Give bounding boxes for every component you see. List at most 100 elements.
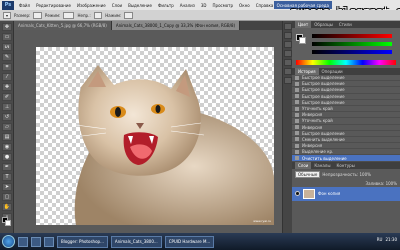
move-tool-icon[interactable]: ✥ [2,23,12,31]
taskbar: Blogger: Photoshop... Animals_Cats_3800.… [0,233,400,250]
history-step-icon [295,81,299,86]
brush-tool-icon[interactable]: ✐ [2,93,12,101]
blend-mode-select[interactable]: Обычные [295,170,321,178]
healing-brush-tool-icon[interactable]: ✚ [2,83,12,91]
tab-document-1[interactable]: Animals_Cats_Kitten_5.jpg @ 66,7% (RGB/8… [14,21,112,30]
history-panel-tabs: История Операции [292,68,400,75]
option-label-size: Размер: [14,12,31,18]
navigator-panel-icon[interactable] [284,23,292,30]
photoshop-logo-icon[interactable]: Ps [2,0,14,10]
history-step-icon [295,94,299,99]
collapsed-panel-strip [282,21,292,233]
image-watermark: www.ryai.ru [253,219,271,223]
lasso-tool-icon[interactable]: ᔕ [2,43,12,51]
gradient-tool-icon[interactable]: ▤ [2,133,12,141]
tab-styles[interactable]: Стили [336,21,355,28]
tab-color[interactable]: Цвет [295,21,312,28]
menu-select[interactable]: Выделение [125,3,155,8]
history-step-icon [295,149,299,154]
menu-window[interactable]: Окно [236,3,253,8]
options-bar: ▾ Размер: Режим: Непр.: Нажим: [0,10,400,21]
quicklaunch-explorer-icon[interactable] [31,236,41,247]
menu-filter[interactable]: Фильтр [155,3,177,8]
quicklaunch-ie-icon[interactable] [18,236,28,247]
toolbox: ✥ ▭ ᔕ ✎ ⌗ ⁄ ✚ ✐ ⊥ ↺ ▱ ▤ ◉ ● ✒ T ➤ ▢ ✋ ⌕ [0,21,14,233]
menu-image[interactable]: Изображение [74,3,109,8]
tab-history[interactable]: История [295,68,319,75]
mode-select[interactable] [63,11,75,19]
tab-paths[interactable]: Контуры [333,162,357,169]
start-button-icon[interactable] [2,235,15,248]
color-ramp[interactable] [296,60,396,65]
opacity-field[interactable] [93,11,103,19]
quicklaunch-media-icon[interactable] [44,236,54,247]
history-step-icon [295,156,299,161]
blue-slider[interactable] [312,50,392,54]
brushes-panel-icon[interactable] [284,50,292,57]
canvas-area: www.ryai.ru [14,30,282,233]
history-step-icon [295,112,299,117]
taskbar-item-browser[interactable]: Blogger: Photoshop... [57,235,108,248]
type-tool-icon[interactable]: T [2,173,12,181]
marquee-tool-icon[interactable]: ▭ [2,33,12,41]
eyedropper-tool-icon[interactable]: ⁄ [2,73,12,81]
history-step-icon [295,87,299,92]
layer-name: Фон копия [318,191,341,197]
layers-panel-tabs: Слои Каналы Контуры [292,161,400,169]
background-color-swatch[interactable] [5,220,11,226]
menu-edit[interactable]: Редактирование [33,3,74,8]
taskbar-item-cpuid[interactable]: CPUID Hardware M... [164,235,215,248]
kitten-image [73,65,274,225]
history-step-icon [295,100,299,105]
history-list: Быстрое выделение Быстрое выделение Быст… [292,75,400,162]
panel-background-swatch[interactable] [299,37,306,44]
tab-channels[interactable]: Каналы [311,162,333,169]
pen-tool-icon[interactable]: ✒ [2,163,12,171]
eraser-tool-icon[interactable]: ▱ [2,123,12,131]
tab-layers[interactable]: Слои [295,161,312,169]
menu-3d[interactable]: 3D [198,3,210,8]
clock[interactable]: 21:30 [385,237,397,242]
document-canvas[interactable]: www.ryai.ru [36,47,274,225]
paragraph-panel-icon[interactable] [284,77,292,84]
layer-thumbnail [303,188,315,199]
tool-preset-picker[interactable]: ▾ [3,11,12,19]
menu-view[interactable]: Просмотр [210,3,237,8]
layers-options: Обычные Непрозрачность: 100% [292,168,400,180]
path-select-tool-icon[interactable]: ➤ [2,183,12,191]
history-step-icon [295,118,299,123]
taskbar-item-photoshop[interactable]: Animals_Cats_3800... [110,235,162,248]
clone-source-panel-icon[interactable] [284,59,292,66]
histogram-panel-icon[interactable] [284,41,292,48]
shape-tool-icon[interactable]: ▢ [2,193,12,201]
fill-label[interactable]: Заливка: 100% [366,181,397,186]
blur-tool-icon[interactable]: ◉ [2,143,12,151]
size-field[interactable] [33,11,42,19]
document-tabs: Animals_Cats_Kitten_5.jpg @ 66,7% (RGB/8… [14,21,282,30]
layer-row[interactable]: Фон копия [292,186,400,201]
menu-analysis[interactable]: Анализ [177,3,198,8]
pressure-field[interactable] [124,11,133,19]
layers-fill-row: Заливка: 100% [292,179,400,187]
info-panel-icon[interactable] [284,32,292,39]
opacity-label[interactable]: Непрозрачность: 100% [322,172,371,177]
hand-tool-icon[interactable]: ✋ [2,203,12,211]
menu-layers[interactable]: Слои [109,3,125,8]
tab-document-2[interactable]: Animals_Cats_38000_1_Copy @ 33,3% (Фон к… [111,21,241,30]
tab-swatches[interactable]: Образцы [311,21,336,28]
clone-stamp-tool-icon[interactable]: ⊥ [2,103,12,111]
color-panel [292,28,400,68]
option-label-mode: Режим: [44,12,61,18]
history-brush-tool-icon[interactable]: ↺ [2,113,12,121]
menu-file[interactable]: Файл [16,3,33,8]
visibility-eye-icon[interactable] [295,191,300,197]
language-indicator[interactable]: RU [377,237,383,242]
green-slider[interactable] [312,42,392,46]
quick-select-tool-icon[interactable]: ✎ [2,53,12,61]
history-step-icon [295,106,299,111]
tab-actions[interactable]: Операции [319,68,346,75]
dodge-tool-icon[interactable]: ● [2,153,12,161]
crop-tool-icon[interactable]: ⌗ [2,63,12,71]
character-panel-icon[interactable] [284,68,292,75]
red-slider[interactable] [312,34,392,38]
